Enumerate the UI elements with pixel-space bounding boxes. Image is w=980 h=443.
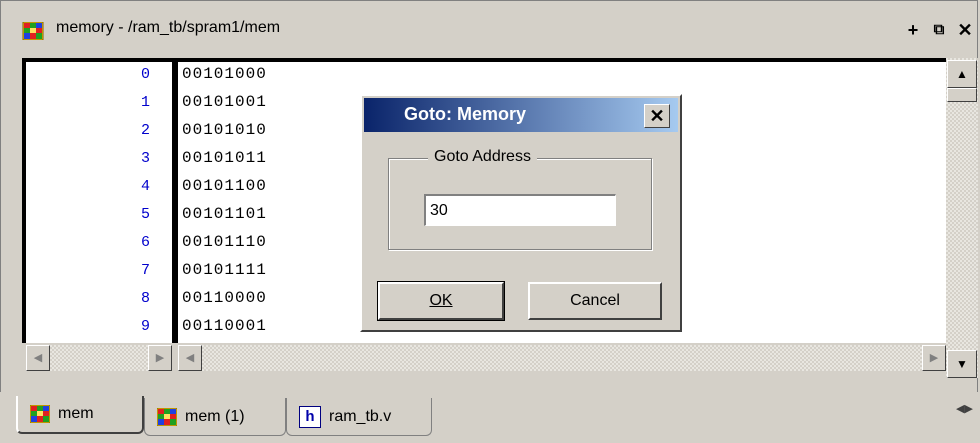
scroll-up-arrow-icon: ▲ (956, 67, 968, 81)
memory-address: 5 (140, 206, 150, 223)
memory-value[interactable]: 00101001 (182, 93, 267, 111)
window-title: memory - /ram_tb/spram1/mem (56, 19, 281, 36)
ok-button[interactable]: OK (377, 281, 505, 321)
memory-grid-icon (157, 407, 177, 426)
tab-label: mem (58, 405, 94, 422)
memory-value[interactable]: 00101000 (182, 65, 267, 83)
cancel-label: Cancel (570, 292, 620, 309)
tab-mem[interactable]: mem (16, 396, 144, 434)
memory-address: 1 (140, 94, 150, 111)
tab-ram-tb-v[interactable]: h ram_tb.v (286, 398, 432, 436)
memory-address: 3 (140, 150, 150, 167)
hdl-file-icon: h (299, 405, 321, 428)
vertical-scrollbar[interactable] (946, 58, 978, 378)
memory-value[interactable]: 00101110 (182, 233, 267, 251)
memory-address: 4 (140, 178, 150, 195)
memory-address: 6 (140, 234, 150, 251)
scroll-right-arrow-icon[interactable]: ▶ (922, 345, 946, 371)
memory-value[interactable]: 00101010 (182, 121, 267, 139)
memory-address: 7 (140, 262, 150, 279)
scroll-left-arrow-icon[interactable]: ◀ (26, 345, 50, 371)
add-pane-icon[interactable]: + (902, 20, 924, 42)
memory-value[interactable]: 00110000 (182, 289, 267, 307)
vertical-scroll-thumb[interactable] (947, 88, 977, 102)
scroll-left-arrow-icon[interactable]: ◀ (178, 345, 202, 371)
undock-icon[interactable]: ⧉ (928, 20, 950, 42)
data-horizontal-scrollbar[interactable] (178, 345, 946, 371)
scroll-right-arrow-icon[interactable]: ▶ (148, 345, 172, 371)
scroll-down-arrow-icon: ▼ (956, 357, 968, 371)
dialog-title: Goto: Memory (404, 104, 527, 124)
memory-value[interactable]: 00110001 (182, 317, 267, 335)
goto-address-input[interactable] (424, 194, 616, 226)
cancel-button[interactable]: Cancel (528, 282, 662, 320)
memory-grid-icon (22, 22, 44, 40)
memory-address: 2 (140, 122, 150, 139)
scroll-down-button[interactable]: ▼ (947, 350, 977, 378)
memory-grid-icon (30, 405, 50, 423)
goto-address-label: Goto Address (428, 148, 537, 166)
dialog-close-icon[interactable]: ✕ (644, 104, 670, 128)
memory-value[interactable]: 00101011 (182, 149, 267, 167)
memory-value[interactable]: 00101111 (182, 261, 267, 279)
tab-label: mem (1) (185, 407, 245, 425)
memory-address: 0 (140, 66, 150, 83)
close-window-icon[interactable]: ✕ (954, 20, 976, 42)
memory-value[interactable]: 00101101 (182, 205, 267, 223)
memory-address: 8 (140, 290, 150, 307)
memory-address: 9 (140, 318, 150, 335)
memory-value[interactable]: 00101100 (182, 177, 267, 195)
tab-scroll-icon[interactable]: ◀▶ (956, 402, 973, 415)
tab-mem-1[interactable]: mem (1) (144, 398, 286, 436)
scroll-up-button[interactable]: ▲ (947, 60, 977, 88)
ok-label: OK (429, 292, 453, 309)
tab-label: ram_tb.v (329, 407, 392, 425)
